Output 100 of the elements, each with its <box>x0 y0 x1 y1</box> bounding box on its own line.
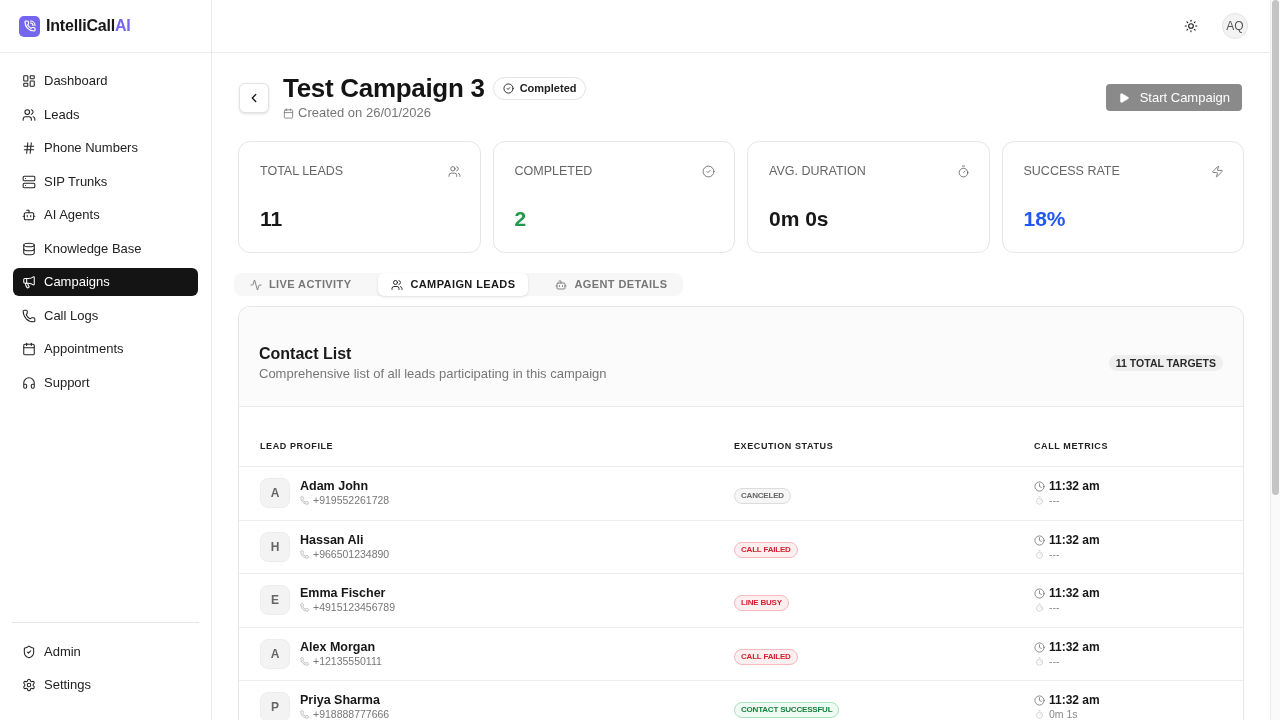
call-time: 11:32 am <box>1049 586 1100 602</box>
status-pill: LINE BUSY <box>734 595 789 612</box>
nav-item[interactable]: Settings <box>13 671 198 699</box>
stopwatch-icon <box>1035 710 1044 720</box>
lead-avatar: P <box>260 692 290 720</box>
logo-text: IntelliCallAI <box>46 16 131 36</box>
nav-item[interactable]: Support <box>13 368 198 397</box>
clock-icon <box>1034 641 1045 653</box>
call-time: 11:32 am <box>1049 479 1100 495</box>
calendar-icon <box>283 107 294 119</box>
dashboard-icon <box>22 74 36 88</box>
phone-icon <box>300 549 309 559</box>
call-time: 11:32 am <box>1049 639 1100 655</box>
call-time: 11:32 am <box>1049 532 1100 548</box>
calendar-icon <box>22 342 36 356</box>
play-icon <box>1117 91 1130 104</box>
stat-value: 11 <box>260 207 284 231</box>
nav-item[interactable]: Phone Numbers <box>13 134 198 162</box>
phone-icon <box>300 603 309 613</box>
stat-value: 18% <box>1023 207 1067 231</box>
column-header: LEAD PROFILE <box>260 440 335 452</box>
contact-list-subtitle: Comprehensive list of all leads participating in this campaign <box>259 365 607 383</box>
nav-item[interactable]: Leads <box>13 100 198 129</box>
nav-item[interactable]: SIP Trunks <box>13 167 198 196</box>
lead-name: Emma Fischer <box>300 586 387 602</box>
nav-item[interactable]: Campaigns <box>13 268 198 296</box>
phone-logo-icon <box>19 15 40 37</box>
stat-label: AVG. DURATION <box>769 163 866 179</box>
stat-value: 0m 0s <box>769 207 830 231</box>
status-pill: CANCELED <box>734 488 791 505</box>
lead-name: Priya Sharma <box>300 693 381 709</box>
phone-icon <box>300 656 309 666</box>
status-pill: CONTACT SUCCESSFUL <box>734 702 840 719</box>
check-circle-icon <box>502 82 514 94</box>
back-button[interactable] <box>239 83 269 113</box>
stopwatch-icon <box>1035 603 1044 613</box>
lead-avatar: E <box>260 585 290 616</box>
nav-item[interactable]: Knowledge Base <box>13 234 198 263</box>
lead-phone: +919552261728 <box>313 494 390 508</box>
nav-item[interactable]: AI Agents <box>13 201 198 229</box>
clock-icon <box>1034 588 1045 600</box>
stat-value: 2 <box>514 207 528 231</box>
column-header: CALL METRICS <box>1034 440 1110 452</box>
tab[interactable]: CAMPAIGN LEADS <box>378 273 529 296</box>
lead-phone: +966501234890 <box>313 547 390 561</box>
lead-avatar: H <box>260 531 290 562</box>
megaphone-icon <box>22 275 36 289</box>
scrollbar-thumb[interactable] <box>1272 0 1279 495</box>
total-targets-badge: 11 TOTAL TARGETS <box>1108 355 1223 371</box>
nav-item[interactable]: Admin <box>13 637 198 666</box>
nav-item[interactable]: Appointments <box>13 335 198 363</box>
lead-name: Adam John <box>300 479 370 495</box>
call-duration: --- <box>1049 547 1060 561</box>
lead-name: Alex Morgan <box>300 639 376 655</box>
phone-icon <box>300 496 309 506</box>
users-icon <box>391 278 404 291</box>
nav-item[interactable]: Call Logs <box>13 301 198 330</box>
call-duration: --- <box>1049 654 1060 668</box>
phone-icon <box>22 308 36 323</box>
headphones-icon <box>22 375 36 390</box>
shield-icon <box>22 644 36 659</box>
contact-list-title: Contact List <box>259 344 353 364</box>
lead-phone: +12135550111 <box>313 654 382 668</box>
stopwatch-icon <box>956 164 970 178</box>
lightning-icon <box>1211 164 1224 178</box>
stat-label: TOTAL LEADS <box>260 163 344 179</box>
lead-phone: +4915123456789 <box>313 601 396 615</box>
stat-label: COMPLETED <box>514 163 593 179</box>
server-icon <box>22 174 36 189</box>
clock-icon <box>1034 481 1045 493</box>
sun-icon <box>1184 19 1198 33</box>
hash-icon <box>22 141 36 155</box>
lead-avatar: A <box>260 638 290 669</box>
call-time: 11:32 am <box>1049 693 1100 709</box>
check-circle-icon <box>702 164 715 178</box>
clock-icon <box>1034 534 1045 546</box>
tab[interactable]: AGENT DETAILS <box>542 273 681 296</box>
users-icon <box>447 164 461 178</box>
stopwatch-icon <box>1035 656 1044 666</box>
lead-phone: +918888777666 <box>313 708 390 720</box>
created-date: Created on 26/01/2026 <box>298 104 431 122</box>
call-duration: --- <box>1049 494 1060 508</box>
campaign-title: Test Campaign 3 <box>283 73 485 103</box>
lead-name: Hassan Ali <box>300 532 365 548</box>
stopwatch-icon <box>1035 549 1044 559</box>
robot-icon <box>555 278 568 291</box>
robot-icon <box>22 208 36 222</box>
clock-icon <box>1034 695 1045 707</box>
phone-icon <box>300 710 309 720</box>
status-pill: CALL FAILED <box>734 648 798 665</box>
stopwatch-icon <box>1035 496 1044 506</box>
activity-icon <box>250 278 262 291</box>
users-icon <box>22 107 36 122</box>
theme-toggle-button[interactable] <box>1183 18 1199 34</box>
user-avatar[interactable]: AQ <box>1222 13 1248 39</box>
status-badge: Completed <box>492 76 587 100</box>
column-header: EXECUTION STATUS <box>734 440 835 452</box>
tab[interactable]: LIVE ACTIVITY <box>237 273 365 296</box>
nav-item[interactable]: Dashboard <box>13 67 198 95</box>
settings-icon <box>22 678 36 692</box>
